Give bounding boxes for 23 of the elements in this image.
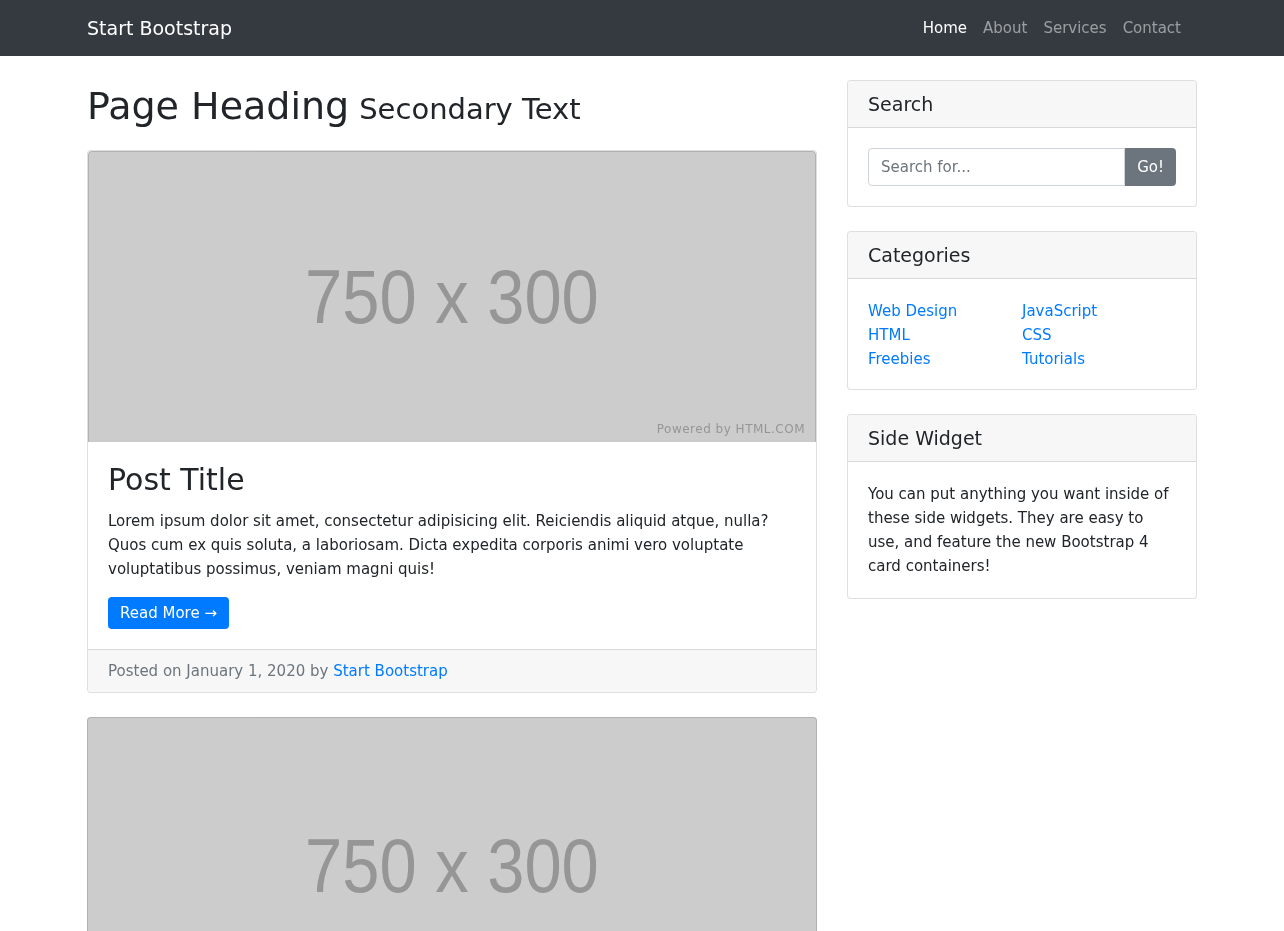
posted-date-text: Posted on January 1, 2020 by [108,661,329,680]
category-link[interactable]: Web Design [868,299,1022,323]
widget-text: You can put anything you want inside of these side widgets. They are easy to use, and feature the new Bootstrap 4 card containers! [868,484,1170,577]
category-link[interactable]: Tutorials [1022,347,1176,371]
card-header: Search [848,81,1196,128]
go-button[interactable]: Go! [1125,148,1176,186]
card-header: Side Widget [848,415,1196,462]
category-link[interactable]: CSS [1022,323,1176,347]
nav-link[interactable]: Contact [1114,19,1189,37]
category-link[interactable]: JavaScript [1022,299,1176,323]
category-link[interactable]: Freebies [868,347,1022,371]
brand-link[interactable]: Start Bootstrap [87,17,233,39]
nav-link[interactable]: Services [1035,19,1115,37]
search-field[interactable]: Search for... [868,148,1126,186]
nav-link[interactable]: About [975,19,1036,37]
card-header: Categories [848,232,1196,279]
author-link[interactable]: Start Bootstrap [333,661,448,680]
post-excerpt: Lorem ipsum dolor sit amet, consectetur adipisicing elit. Reiciendis aliquid atque, nulla? Quos cum ex quis soluta, a laboriosam. Dicta expedita corporis animi vero voluptate voluptatibus possimus, veniam magni quis! [108,510,770,580]
category-link[interactable]: HTML [868,323,1022,347]
post-title: Post Title [108,461,246,497]
page-heading: Page Heading Secondary Text [87,84,582,130]
read-more-button[interactable]: Read More → [108,596,229,629]
nav-link[interactable]: Home [914,19,975,37]
